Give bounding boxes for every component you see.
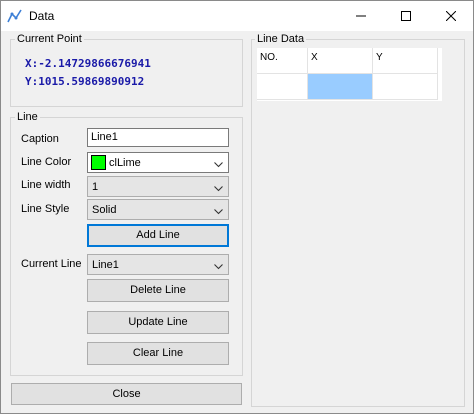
line-style-select[interactable]: Solid [87, 199, 229, 220]
chevron-down-icon [214, 159, 223, 171]
data-window: Data Current Point X:-2.14729866676941 Y… [0, 0, 474, 414]
chart-line-icon [7, 8, 23, 24]
update-line-button[interactable]: Update Line [87, 311, 229, 334]
line-style-label: Line Style [21, 203, 70, 215]
close-label: Close [112, 388, 141, 400]
line-color-label: Line Color [21, 156, 72, 168]
column-header-y[interactable]: Y [373, 48, 438, 74]
color-swatch [91, 155, 106, 170]
close-window-button[interactable] [428, 1, 473, 31]
title-bar[interactable]: Data [1, 1, 473, 31]
add-line-label: Add Line [136, 229, 180, 241]
delete-line-button[interactable]: Delete Line [87, 279, 229, 302]
column-header-no[interactable]: NO. [257, 48, 308, 74]
maximize-button[interactable] [383, 1, 428, 31]
update-line-label: Update Line [128, 316, 188, 328]
minimize-button[interactable] [338, 1, 383, 31]
chevron-down-icon [214, 206, 223, 218]
add-line-button[interactable]: Add Line [87, 224, 229, 247]
line-legend: Line [15, 111, 40, 123]
x-coordinate: X:-2.14729866676941 [25, 57, 151, 70]
current-line-label: Current Line [21, 258, 82, 270]
caption-label: Caption [21, 133, 59, 145]
line-width-label: Line width [21, 179, 71, 191]
current-point-group [10, 39, 243, 107]
cell-x-selected[interactable] [308, 74, 373, 100]
chevron-down-icon [214, 261, 223, 273]
current-line-value: Line1 [92, 259, 119, 271]
clear-line-label: Clear Line [132, 347, 184, 359]
cell-y[interactable] [373, 74, 438, 100]
maximize-icon [400, 11, 411, 21]
close-button[interactable]: Close [11, 383, 242, 405]
caption-input[interactable]: Line1 [87, 128, 229, 147]
line-color-select[interactable]: clLime [87, 152, 229, 173]
window-title: Data [29, 9, 55, 23]
line-width-select[interactable]: 1 [87, 176, 229, 197]
line-data-legend: Line Data [255, 33, 307, 45]
column-header-x[interactable]: X [308, 48, 373, 74]
line-width-value: 1 [92, 181, 99, 193]
y-coordinate: Y:1015.59869890912 [25, 75, 145, 88]
current-point-legend: Current Point [15, 33, 84, 45]
clear-line-button[interactable]: Clear Line [87, 342, 229, 365]
minimize-icon [355, 11, 366, 21]
line-color-value: clLime [109, 157, 141, 169]
line-data-grid[interactable]: NO. X Y [257, 48, 442, 101]
delete-line-label: Delete Line [130, 284, 186, 296]
chevron-down-icon [214, 183, 223, 195]
cell-no[interactable] [257, 74, 308, 100]
close-icon [445, 11, 456, 21]
line-style-value: Solid [92, 204, 117, 216]
current-line-select[interactable]: Line1 [87, 254, 229, 275]
